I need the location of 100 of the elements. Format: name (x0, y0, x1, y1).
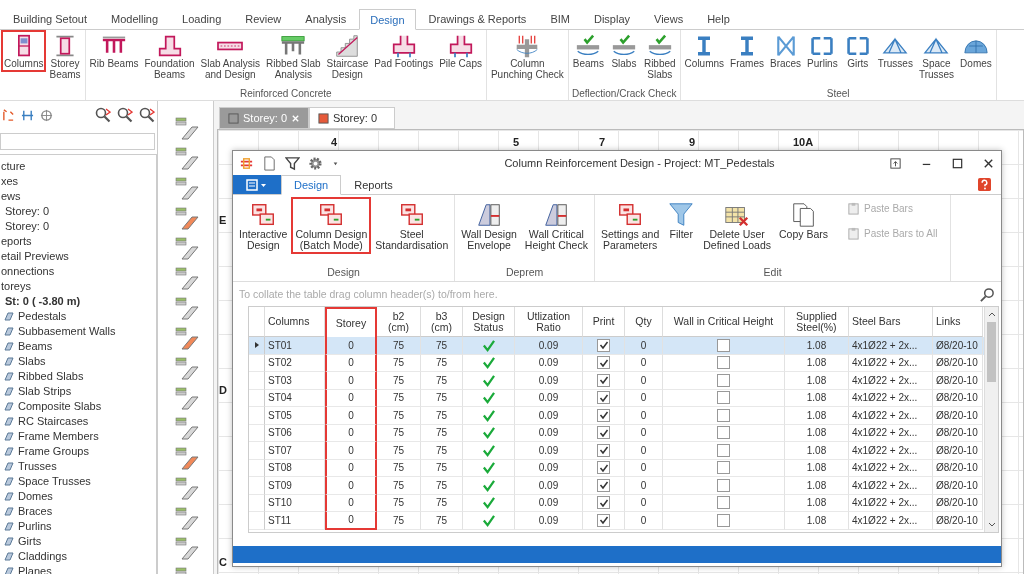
ribbon-button[interactable]: Wall Design Envelope (457, 197, 521, 254)
tree-item[interactable]: Domes (18, 489, 53, 502)
layer-stack-icon[interactable] (174, 235, 200, 261)
ribbon-button[interactable]: Girts (840, 30, 875, 72)
tree-item[interactable]: cture (1, 159, 26, 172)
zoom-icon[interactable] (117, 107, 133, 123)
ribbon-button[interactable]: Slab Analysis and Design (197, 30, 264, 83)
scrollbar[interactable] (984, 307, 998, 532)
checkbox[interactable] (597, 461, 610, 475)
ribbon-button[interactable]: Filter (663, 197, 700, 243)
layer-stack-icon[interactable] (174, 205, 200, 231)
ribbon-tab[interactable]: Reports (341, 175, 406, 194)
tree-item[interactable]: Space Trusses (18, 474, 91, 487)
table-row[interactable]: ST01 0 75 75 0.09 0 1.08 4x1Ø22 + 2x... Ø8/20-10 (249, 337, 984, 355)
checkbox[interactable] (597, 356, 610, 370)
tree-item[interactable]: eports (1, 234, 32, 247)
tree-item[interactable]: Slab Strips (18, 384, 72, 397)
menu-tab[interactable]: Views (643, 9, 695, 29)
ribbon-button[interactable]: Braces (767, 30, 805, 72)
ribbon-button[interactable]: Beams (569, 30, 607, 72)
app-menu-button[interactable] (233, 175, 281, 194)
checkbox[interactable] (597, 373, 610, 387)
layer-stack-icon[interactable] (174, 325, 200, 351)
tree-item[interactable]: Girts (18, 534, 42, 547)
tree-item[interactable]: Purlins (18, 519, 52, 532)
table-row[interactable]: ST09 0 75 75 0.09 0 1.08 4x1Ø22 + 2x... Ø8/20-10 (249, 477, 984, 495)
checkbox[interactable] (717, 408, 730, 422)
ribbon-button[interactable]: Column Design (Batch Mode) (291, 197, 372, 254)
scroll-up-icon[interactable] (986, 310, 997, 318)
menu-tab[interactable]: Drawings & Reports (417, 9, 538, 29)
checkbox[interactable] (717, 356, 730, 370)
ribbon-button[interactable]: Pad Footings (371, 30, 437, 72)
checkbox[interactable] (597, 496, 610, 510)
ribbon-button[interactable]: Interactive Design (235, 197, 292, 254)
checkbox[interactable] (597, 426, 610, 440)
pin-icon[interactable] (889, 156, 902, 170)
ribbon-button[interactable]: Column Punching Check (487, 30, 567, 83)
checkbox[interactable] (717, 478, 730, 492)
layer-stack-icon[interactable] (174, 115, 200, 141)
ribbon-button[interactable]: Steel Standardisation (371, 197, 453, 254)
layer-stack-icon[interactable] (174, 355, 200, 381)
checkbox[interactable] (597, 478, 610, 492)
table-row[interactable]: ST04 0 75 75 0.09 0 1.08 4x1Ø22 + 2x... Ø8/20-10 (249, 389, 984, 407)
layer-stack-icon[interactable] (174, 295, 200, 321)
menu-tab[interactable]: Loading (171, 9, 233, 29)
table-row[interactable]: ST10 0 75 75 0.09 0 1.08 4x1Ø22 + 2x... Ø8/20-10 (249, 494, 984, 512)
ribbon-button[interactable]: Rib Beams (86, 30, 142, 72)
tree-item[interactable]: St: 0 ( -3.80 m) (5, 294, 81, 307)
checkbox[interactable] (717, 513, 730, 527)
ribbon-button[interactable]: Settings and Parameters (596, 197, 664, 254)
tree-item[interactable]: onnections (1, 264, 55, 277)
ribbon-button[interactable]: Foundation Beams (141, 30, 198, 83)
menu-tab[interactable]: BIM (539, 9, 581, 29)
ribbon-button[interactable]: Copy Bars (775, 197, 833, 243)
tree-item[interactable]: RC Staircases (18, 414, 89, 427)
ribbon-button[interactable]: Space Trusses (915, 30, 958, 83)
menu-tab[interactable]: Building Setout (2, 9, 98, 29)
layer-stack-icon[interactable] (174, 145, 200, 171)
tree-item[interactable]: toreys (1, 279, 31, 292)
checkbox[interactable] (597, 338, 610, 352)
table-row[interactable]: ST11 0 75 75 0.09 0 1.08 4x1Ø22 + 2x... Ø8/20-10 (249, 512, 984, 530)
checkbox[interactable] (717, 426, 730, 440)
ribbon-button[interactable]: Columns (681, 30, 728, 72)
tree-item[interactable]: etail Previews (1, 249, 69, 262)
layer-stack-icon[interactable] (174, 175, 200, 201)
table-row[interactable]: ST07 0 75 75 0.09 0 1.08 4x1Ø22 + 2x... Ø8/20-10 (249, 442, 984, 460)
ribbon-button[interactable]: Slabs (606, 30, 641, 72)
table-row[interactable]: ST05 0 75 75 0.09 0 1.08 4x1Ø22 + 2x... Ø8/20-10 (249, 407, 984, 425)
table-row[interactable]: ST06 0 75 75 0.09 0 1.08 4x1Ø22 + 2x... Ø8/20-10 (249, 424, 984, 442)
filter-icon[interactable] (285, 155, 300, 171)
tree-item[interactable]: ews (1, 189, 21, 202)
menu-tab[interactable]: Analysis (294, 9, 358, 29)
ribbon-button[interactable]: Trusses (874, 30, 916, 72)
ribbon-button[interactable]: Storey Beams (46, 30, 84, 83)
tree-item[interactable]: Slabs (18, 354, 46, 367)
tree-item[interactable]: xes (1, 174, 19, 187)
tree-item[interactable]: Braces (18, 504, 53, 517)
tree-item[interactable]: Trusses (18, 459, 57, 472)
layer-stack-icon[interactable] (174, 265, 200, 291)
tree-item[interactable]: Planes (18, 564, 52, 574)
ribbon-tab[interactable]: Design (281, 175, 342, 195)
menu-tab[interactable]: Design (359, 9, 416, 30)
layer-stack-icon[interactable] (174, 535, 200, 561)
checkbox[interactable] (717, 443, 730, 457)
checkbox[interactable] (717, 338, 730, 352)
scroll-down-icon[interactable] (986, 521, 997, 529)
document-tab[interactable]: Storey: 0 (309, 107, 396, 129)
ribbon-button[interactable]: Ribbed Slabs (640, 30, 679, 83)
checkbox[interactable] (717, 461, 730, 475)
maximize-icon[interactable] (951, 156, 964, 170)
tree-item[interactable]: Claddings (18, 549, 67, 562)
menu-tab[interactable]: Review (234, 9, 293, 29)
ribbon-button[interactable]: Columns (1, 30, 47, 72)
tree-item[interactable]: Subbasement Walls (18, 324, 116, 337)
ribbon-button[interactable]: Delete User Defined Loads (699, 197, 775, 254)
ribbon-button[interactable]: Ribbed Slab Analysis (263, 30, 324, 83)
layer-stack-icon[interactable] (174, 415, 200, 441)
tree-item[interactable]: Frame Members (18, 429, 99, 442)
help-icon[interactable] (978, 178, 991, 191)
checkbox[interactable] (597, 391, 610, 405)
